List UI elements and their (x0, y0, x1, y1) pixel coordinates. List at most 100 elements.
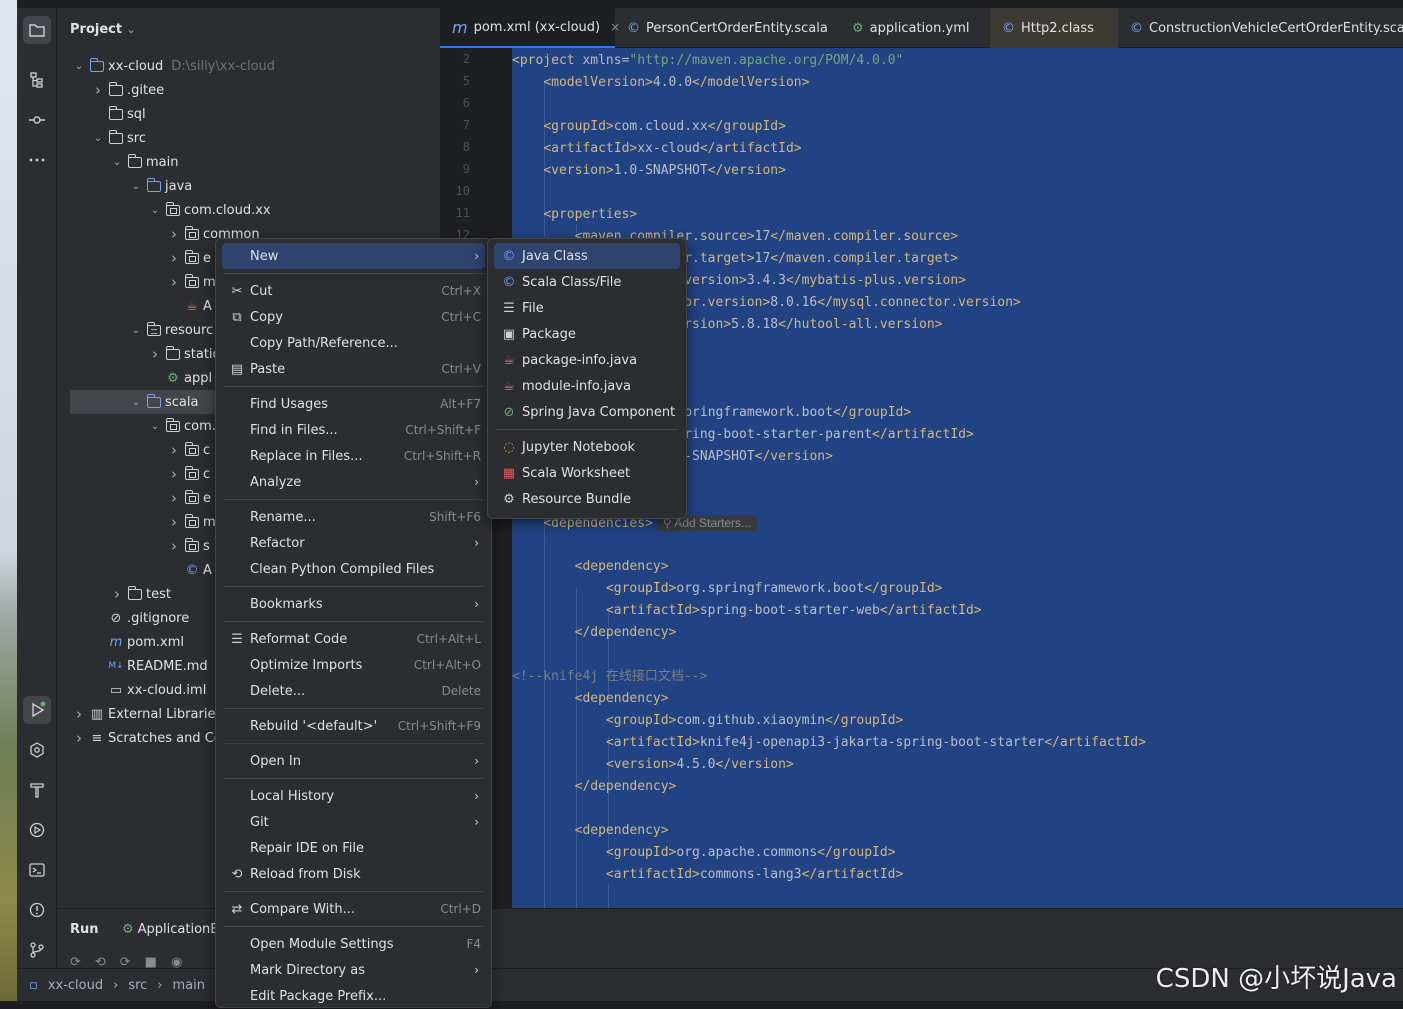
code-token: <dependency> (574, 823, 669, 838)
build-tool-icon[interactable] (23, 776, 51, 804)
new-java-class[interactable]: © Java Class (494, 243, 680, 269)
project-tool-icon[interactable] (23, 16, 51, 44)
editor-tab[interactable]: ⚙ application.yml (840, 8, 990, 48)
menu-item-local-history[interactable]: Local History › (222, 783, 485, 809)
tree-item[interactable]: ⌄ com.cloud.xx (57, 198, 440, 222)
chevron-down-icon[interactable]: ⌄ (147, 421, 163, 432)
menu-item-label: Git (250, 814, 269, 830)
breadcrumb-item[interactable]: main (173, 978, 205, 993)
chevron-right-icon[interactable]: › (109, 585, 125, 603)
tree-item[interactable]: ⌄ main (57, 150, 440, 174)
tree-item[interactable]: sql (57, 102, 440, 126)
editor-tab[interactable]: © ConstructionVehicleCertOrderEntity.scal… (1118, 8, 1403, 48)
chevron-right-icon[interactable]: › (166, 441, 182, 459)
menu-item-compare-with[interactable]: ⇄ Compare With... Ctrl+D (222, 896, 485, 922)
chevron-right-icon[interactable]: › (166, 465, 182, 483)
editor-tab[interactable]: © Http2.class (990, 8, 1118, 48)
chevron-right-icon[interactable]: › (166, 249, 182, 267)
project-panel-title[interactable]: Project ⌄ (70, 22, 136, 37)
chevron-right-icon[interactable]: › (166, 537, 182, 555)
more-tools-icon[interactable] (23, 146, 51, 174)
terminal-tool-icon[interactable] (23, 856, 51, 884)
paste-icon: ▤ (230, 361, 244, 377)
menu-item-find-in-files[interactable]: Find in Files... Ctrl+Shift+F (222, 417, 485, 443)
menu-item-analyze[interactable]: Analyze › (222, 469, 485, 495)
menu-item-new[interactable]: New › (222, 243, 485, 269)
chevron-right-icon[interactable]: › (166, 273, 182, 291)
menu-item-replace-in-files[interactable]: Replace in Files... Ctrl+Shift+R (222, 443, 485, 469)
menu-item-git[interactable]: Git › (222, 809, 485, 835)
tree-item[interactable]: ⌄ xx-cloud D:\silly\xx-cloud (57, 54, 440, 78)
breadcrumb-item[interactable]: src (128, 978, 147, 993)
menu-item-label: Find in Files... (250, 422, 338, 438)
menu-item-mark-directory-as[interactable]: Mark Directory as › (222, 957, 485, 983)
menu-item-edit-package-prefix[interactable]: Edit Package Prefix... (222, 983, 485, 1009)
menu-item-open-module-settings[interactable]: Open Module Settings F4 (222, 931, 485, 957)
tree-item[interactable]: ⌄ java (57, 174, 440, 198)
chevron-down-icon[interactable]: ⌄ (128, 397, 144, 408)
run-configuration-tab[interactable]: ⚙ ApplicationB (122, 922, 219, 937)
chevron-right-icon[interactable]: › (166, 225, 182, 243)
new-scala-worksheet[interactable]: ▦ Scala Worksheet (494, 460, 680, 486)
tree-item-label: A (203, 298, 212, 314)
menu-item-rebuild-default[interactable]: Rebuild '<default>' Ctrl+Shift+F9 (222, 713, 485, 739)
debug-services-icon[interactable] (23, 816, 51, 844)
chevron-right-icon[interactable]: › (147, 345, 163, 363)
line-number: 5 (462, 74, 470, 88)
problems-tool-icon[interactable] (23, 896, 51, 924)
tree-item[interactable]: › .gitee (57, 78, 440, 102)
new-package-info-java[interactable]: ☕ package-info.java (494, 347, 680, 373)
resources-folder-icon (146, 321, 162, 337)
run-panel-title: Run (70, 922, 99, 937)
menu-item-delete[interactable]: Delete... Delete (222, 678, 485, 704)
chevron-down-icon[interactable]: ⌄ (109, 157, 125, 168)
git-tool-icon[interactable] (23, 936, 51, 964)
menu-item-reformat-code[interactable]: ☰ Reformat Code Ctrl+Alt+L (222, 626, 485, 652)
new-jupyter-notebook[interactable]: ◌ Jupyter Notebook (494, 434, 680, 460)
menu-item-refactor[interactable]: Refactor › (222, 530, 485, 556)
scala-class-icon: © (502, 274, 516, 290)
new-scala-class-file[interactable]: © Scala Class/File (494, 269, 680, 295)
menu-item-open-in[interactable]: Open In › (222, 748, 485, 774)
editor-tab[interactable]: © PersonCertOrderEntity.scala (615, 8, 840, 48)
chevron-right-icon[interactable]: › (90, 81, 106, 99)
chevron-down-icon[interactable]: ⌄ (147, 205, 163, 216)
menu-item-shortcut: Ctrl+Shift+R (403, 449, 481, 463)
breadcrumb-item[interactable]: xx-cloud (48, 978, 103, 993)
chevron-right-icon[interactable]: › (71, 729, 87, 747)
new-spring-java-component[interactable]: ⊘ Spring Java Component (494, 399, 680, 425)
menu-item-find-usages[interactable]: Find Usages Alt+F7 (222, 391, 485, 417)
menu-item-copy-path-reference[interactable]: Copy Path/Reference... (222, 330, 485, 356)
chevron-right-icon[interactable]: › (71, 705, 87, 723)
menu-item-reload-from-disk[interactable]: ⟲ Reload from Disk (222, 861, 485, 887)
commit-tool-icon[interactable] (23, 106, 51, 134)
new-module-info-java[interactable]: ☕ module-info.java (494, 373, 680, 399)
menu-item-cut[interactable]: ✂ Cut Ctrl+X (222, 278, 485, 304)
code-token: com.cloud.xx (613, 119, 708, 134)
chevron-right-icon[interactable]: › (166, 513, 182, 531)
code-token: 5.8.18 (731, 317, 779, 332)
chevron-right-icon[interactable]: › (166, 489, 182, 507)
editor-tab-label: Http2.class (1021, 20, 1094, 36)
code-token: <groupId> (605, 581, 677, 596)
menu-item-optimize-imports[interactable]: Optimize Imports Ctrl+Alt+O (222, 652, 485, 678)
tree-item[interactable]: ⌄ src (57, 126, 440, 150)
menu-item-repair-ide-on-file[interactable]: Repair IDE on File (222, 835, 485, 861)
new-resource-bundle[interactable]: ⚙ Resource Bundle (494, 486, 680, 512)
menu-item-copy[interactable]: ⧉ Copy Ctrl+C (222, 304, 485, 330)
chevron-down-icon[interactable]: ⌄ (71, 61, 87, 72)
editor-tab[interactable]: m pom.xml (xx-cloud) × (440, 8, 620, 48)
package-icon (184, 441, 200, 457)
menu-item-clean-python-compiled-files[interactable]: Clean Python Compiled Files (222, 556, 485, 582)
menu-item-rename[interactable]: Rename... Shift+F6 (222, 504, 485, 530)
new-package[interactable]: ▣ Package (494, 321, 680, 347)
chevron-down-icon[interactable]: ⌄ (90, 133, 106, 144)
run-tool-icon[interactable] (23, 696, 51, 724)
services-tool-icon[interactable] (23, 736, 51, 764)
menu-item-bookmarks[interactable]: Bookmarks › (222, 591, 485, 617)
chevron-down-icon[interactable]: ⌄ (128, 181, 144, 192)
new-file[interactable]: ☰ File (494, 295, 680, 321)
structure-tool-icon[interactable] (23, 66, 51, 94)
menu-item-paste[interactable]: ▤ Paste Ctrl+V (222, 356, 485, 382)
chevron-down-icon[interactable]: ⌄ (128, 325, 144, 336)
